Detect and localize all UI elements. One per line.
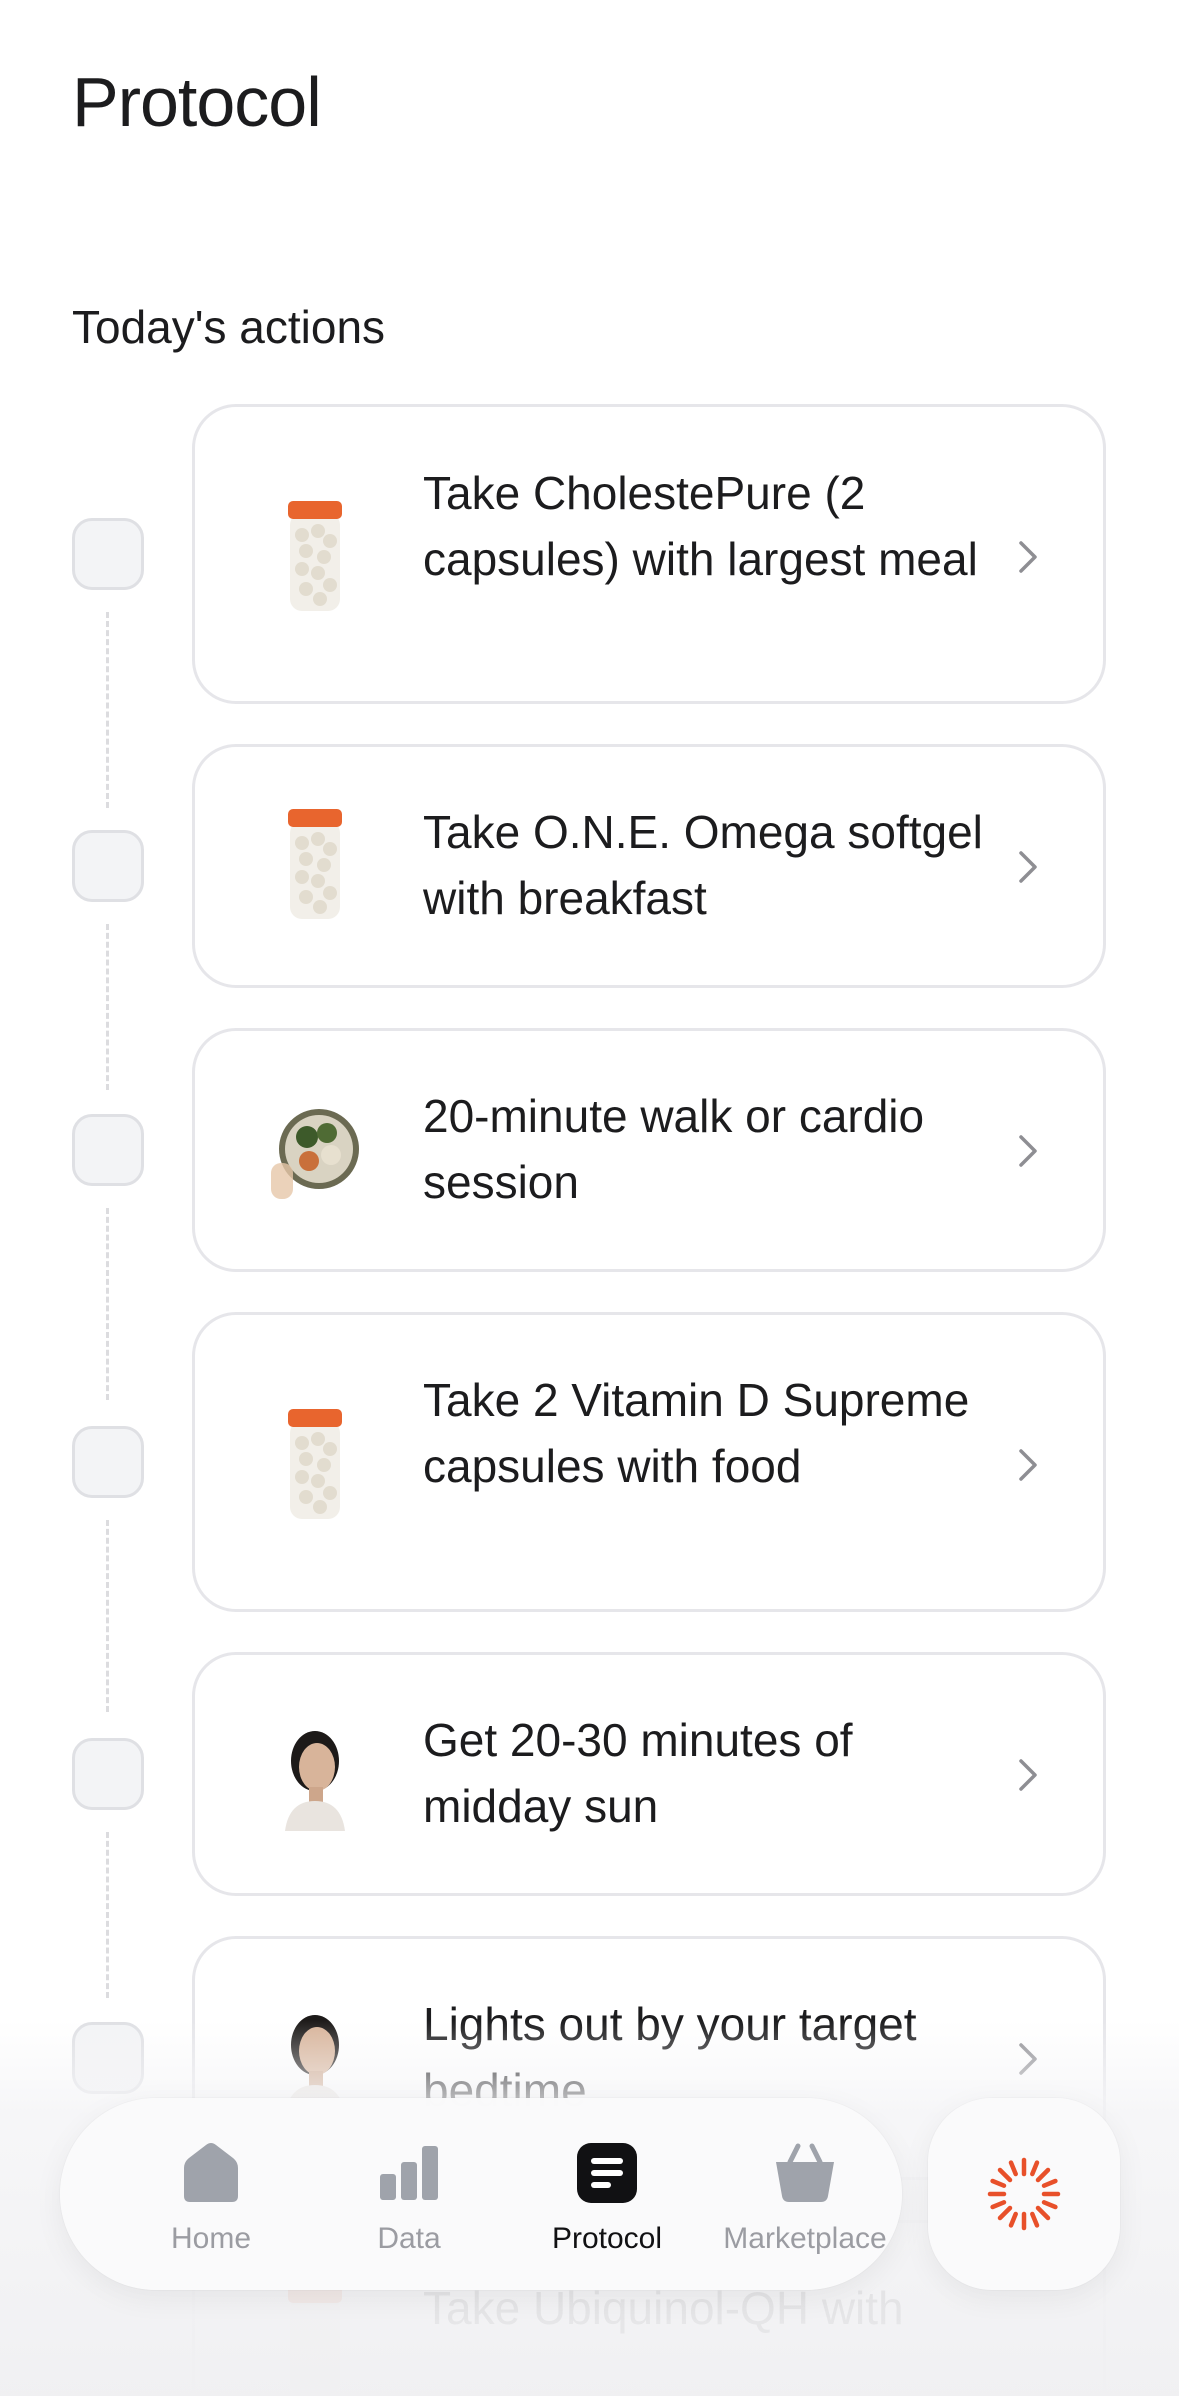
supplement-bottle-image	[265, 1405, 365, 1525]
timeline-connector	[106, 1520, 109, 1712]
action-text: Take CholestePure (2 capsules) with larg…	[423, 467, 978, 585]
chevron-right-icon	[1019, 1449, 1037, 1481]
timeline-connector	[106, 612, 109, 808]
action-checkbox[interactable]	[72, 2022, 144, 2094]
action-text: 20-minute walk or cardio session	[423, 1090, 925, 1208]
action-text: Take O.N.E. Omega softgel with breakfast	[423, 806, 983, 924]
tab-label: Data	[377, 2222, 441, 2255]
action-card[interactable]: Take CholestePure (2 capsules) with larg…	[192, 404, 1106, 704]
chevron-right-icon	[1019, 851, 1037, 883]
tab-label: Home	[170, 2222, 252, 2255]
action-card[interactable]: Take 2 Vitamin D Supreme capsules with f…	[192, 1312, 1106, 1612]
bar-chart-icon	[380, 2146, 438, 2200]
action-text: Get 20-30 minutes of midday sun	[423, 1714, 853, 1832]
chevron-right-icon	[1019, 2043, 1037, 2075]
action-card[interactable]: Take O.N.E. Omega softgel with breakfast	[192, 744, 1106, 988]
home-icon	[184, 2143, 238, 2202]
action-checkbox[interactable]	[72, 830, 144, 902]
actions-list: Take CholestePure (2 capsules) with larg…	[0, 0, 1179, 2396]
chevron-right-icon	[1019, 1135, 1037, 1167]
timeline-connector	[106, 1832, 109, 1998]
action-text: Take 2 Vitamin D Supreme capsules with f…	[423, 1374, 970, 1492]
tab-marketplace[interactable]: Marketplace	[706, 2098, 904, 2290]
action-checkbox[interactable]	[72, 1426, 144, 1498]
action-card[interactable]: Get 20-30 minutes of midday sun	[192, 1652, 1106, 1896]
action-checkbox[interactable]	[72, 1114, 144, 1186]
action-checkbox[interactable]	[72, 518, 144, 590]
protocol-icon	[577, 2143, 637, 2203]
chevron-right-icon	[1019, 541, 1037, 573]
tab-label: Marketplace	[723, 2222, 887, 2255]
chevron-right-icon	[1019, 1759, 1037, 1791]
supplement-bottle-image	[265, 497, 365, 617]
tab-label: Protocol	[551, 2222, 663, 2255]
tab-protocol[interactable]: Protocol	[508, 2098, 706, 2290]
timeline-connector	[106, 924, 109, 1090]
healthy-food-bowl-image	[265, 1089, 365, 1209]
protocol-screen: Protocol Today's actions Take CholestePu…	[0, 0, 1179, 2396]
timeline-connector	[106, 1208, 109, 1400]
supplement-bottle-image	[265, 2281, 365, 2396]
supplement-bottle-image	[265, 805, 365, 925]
action-checkbox[interactable]	[72, 1738, 144, 1810]
tab-data[interactable]: Data	[310, 2098, 508, 2290]
tab-home[interactable]: Home	[112, 2098, 310, 2290]
tab-bar: Home Data Protocol Marketplace	[60, 2098, 902, 2290]
person-portrait-image	[265, 1713, 365, 1833]
action-card[interactable]: 20-minute walk or cardio session	[192, 1028, 1106, 1272]
sunburst-assistant-icon	[987, 2157, 1061, 2231]
assistant-button[interactable]	[928, 2098, 1120, 2290]
basket-icon	[776, 2143, 834, 2202]
